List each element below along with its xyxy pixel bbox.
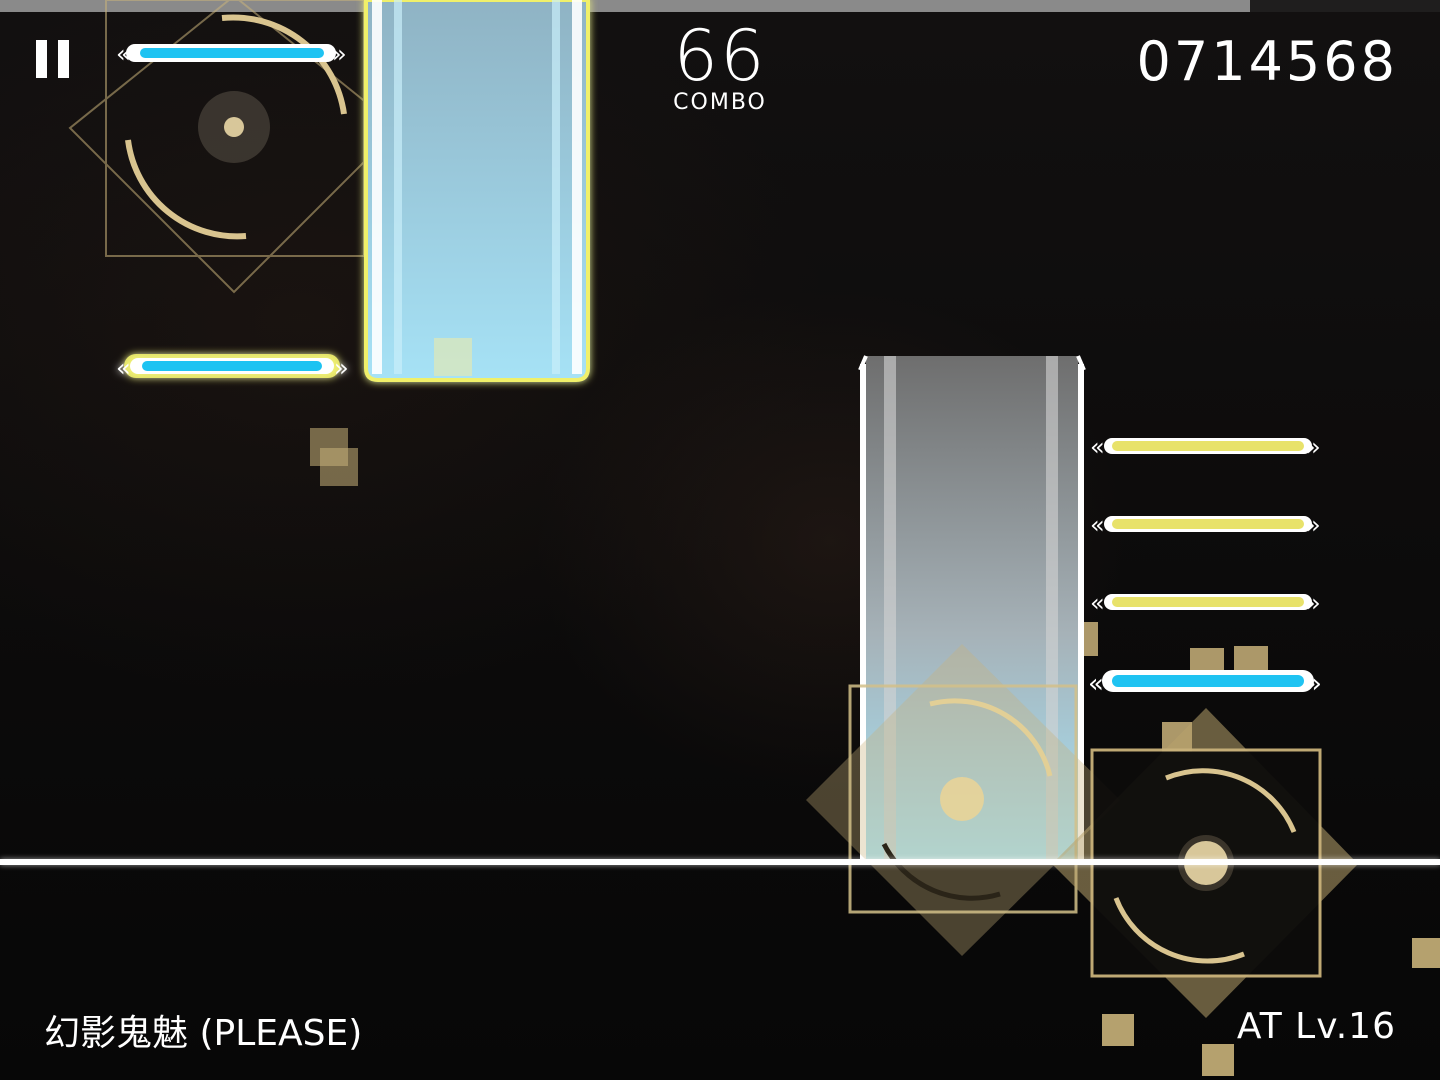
drag-note-right-3: « » xyxy=(1090,589,1321,617)
scan-line xyxy=(0,859,1440,865)
drag-note-right-4: « » xyxy=(1088,669,1322,699)
svg-text:»: » xyxy=(332,40,347,68)
svg-text:»: » xyxy=(1306,511,1321,539)
drag-note-mid-left: « » xyxy=(116,354,349,382)
drag-note-right-1: « » xyxy=(1090,433,1321,461)
drag-note-right-2: « » xyxy=(1090,511,1321,539)
song-title: 幻影鬼魅 (PLEASE) xyxy=(44,1013,363,1054)
difficulty-level: AT Lv.16 xyxy=(1236,1006,1396,1047)
svg-text:«: « xyxy=(116,354,131,382)
combo-label: COMBO xyxy=(673,90,767,115)
svg-text:»: » xyxy=(1306,589,1321,617)
svg-text:«: « xyxy=(1088,669,1104,699)
pause-button[interactable] xyxy=(30,36,76,84)
svg-text:«: « xyxy=(1090,511,1105,539)
combo-count: 66 xyxy=(673,15,767,97)
playfield[interactable]: « » « » « » « » « » « » xyxy=(0,0,1440,1080)
svg-text:»: » xyxy=(1306,433,1321,461)
svg-text:»: » xyxy=(1306,669,1322,699)
hold-note-top xyxy=(364,0,590,382)
game-stage[interactable]: « » « » « » « » « » « » 66 COMBO 0714568… xyxy=(0,0,1440,1080)
svg-text:«: « xyxy=(1090,433,1105,461)
svg-text:«: « xyxy=(1090,589,1105,617)
svg-text:»: » xyxy=(334,354,349,382)
score: 0714568 xyxy=(1136,30,1398,93)
svg-text:«: « xyxy=(116,40,131,68)
